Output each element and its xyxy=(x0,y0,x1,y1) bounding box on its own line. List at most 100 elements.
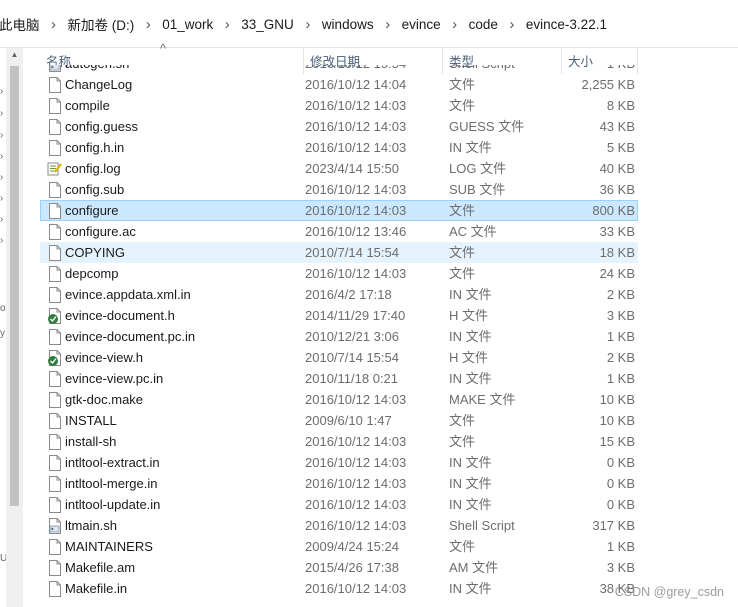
nav-tree-item-fragment[interactable]: › xyxy=(0,214,3,226)
file-row[interactable]: Makefile.in 2016/10/12 14:03 IN 文件 38 KB xyxy=(40,578,638,599)
file-row[interactable]: configure.ac 2016/10/12 13:46 AC 文件 33 KB xyxy=(40,221,638,242)
file-row[interactable]: configure 2016/10/12 14:03 文件 800 KB xyxy=(40,200,638,221)
file-type: 文件 xyxy=(449,98,476,113)
file-row[interactable]: INSTALL 2009/6/10 1:47 文件 10 KB xyxy=(40,410,638,431)
file-size: 40 KB xyxy=(599,161,635,176)
file-row[interactable]: evince-document.pc.in 2010/12/21 3:06 IN 文… xyxy=(40,326,638,347)
nav-tree-item-fragment[interactable]: › xyxy=(0,130,3,142)
file-icon xyxy=(47,370,63,388)
file-size: 1 KB xyxy=(561,65,635,73)
file-type: 文件 xyxy=(449,266,476,281)
breadcrumb-item[interactable]: windows xyxy=(320,17,376,32)
file-type: IN 文件 xyxy=(449,329,492,344)
file-type: MAKE 文件 xyxy=(449,392,516,407)
file-name: Makefile.am xyxy=(65,560,136,575)
file-icon xyxy=(47,538,63,556)
file-type: SUB 文件 xyxy=(449,182,506,197)
file-size: 0 KB xyxy=(606,476,635,491)
file-row[interactable]: COPYING 2010/7/14 15:54 文件 18 KB xyxy=(40,242,638,263)
file-size: 8 KB xyxy=(606,98,635,113)
file-modified-date: 2016/10/12 14:03 xyxy=(305,140,407,155)
file-row[interactable]: config.guess 2016/10/12 14:03 GUESS 文件 43 K… xyxy=(40,116,638,137)
chevron-right-icon[interactable] xyxy=(296,16,320,33)
file-row[interactable]: config.h.in 2016/10/12 14:03 IN 文件 5 KB xyxy=(40,137,638,158)
breadcrumb-item[interactable]: code xyxy=(467,17,500,32)
file-row[interactable]: evince-document.h 2014/11/29 17:40 H 文件 3 K… xyxy=(40,305,638,326)
breadcrumb-item[interactable]: evince xyxy=(400,17,443,32)
nav-tree-item-fragment[interactable]: › xyxy=(0,151,3,163)
chevron-right-icon[interactable] xyxy=(42,16,66,33)
file-type: H 文件 xyxy=(449,350,489,365)
file-row[interactable]: config.sub 2016/10/12 14:03 SUB 文件 36 KB xyxy=(40,179,638,200)
file-modified-date: 2010/7/14 15:54 xyxy=(305,245,399,260)
chevron-right-icon[interactable] xyxy=(376,16,400,33)
chevron-right-icon[interactable] xyxy=(136,16,160,33)
nav-tree-item-fragment[interactable]: › xyxy=(0,235,3,247)
file-size: 3 KB xyxy=(606,560,635,575)
chevron-right-icon[interactable] xyxy=(215,16,239,33)
file-row[interactable]: install-sh 2016/10/12 14:03 文件 15 KB xyxy=(40,431,638,452)
file-row[interactable]: ChangeLog 2016/10/12 14:04 文件 2,255 KB xyxy=(40,74,638,95)
file-modified-date: 2009/4/24 15:24 xyxy=(305,539,399,554)
file-row[interactable]: evince-view.pc.in 2010/11/18 0:21 IN 文件 1 K… xyxy=(40,368,638,389)
file-modified-date: 2016/4/2 17:18 xyxy=(305,287,392,302)
file-modified-date: 2016/10/12 14:03 xyxy=(305,182,407,197)
file-type: 文件 xyxy=(449,245,476,260)
file-name: evince-view.h xyxy=(65,350,144,365)
file-icon xyxy=(47,286,63,304)
file-name: intltool-merge.in xyxy=(65,476,158,491)
file-name: config.sub xyxy=(65,182,125,197)
file-modified-date: 2010/11/18 0:21 xyxy=(305,371,399,386)
address-bar[interactable]: 此电脑 新加卷 (D:) 01_work 33_GNU windows evince cod… xyxy=(0,0,738,48)
file-list[interactable]: autogen.sh2016/10/12 15:54Shell Script1 … xyxy=(24,65,738,607)
file-icon xyxy=(47,118,63,136)
navigation-pane-scrollbar[interactable]: ▲ xyxy=(6,48,23,607)
file-row[interactable]: compile 2016/10/12 14:03 文件 8 KB xyxy=(40,95,638,116)
file-size: 1 KB xyxy=(606,329,635,344)
file-size: 10 KB xyxy=(599,413,635,428)
breadcrumb-item[interactable]: 33_GNU xyxy=(239,17,296,32)
file-row[interactable]: config.log 2023/4/14 15:50 LOG 文件 40 KB xyxy=(40,158,638,179)
file-type: H 文件 xyxy=(449,308,489,323)
nav-tree-item-fragment[interactable]: › xyxy=(0,108,3,120)
file-row[interactable]: intltool-update.in 2016/10/12 14:03 IN 文件 0… xyxy=(40,494,638,515)
breadcrumb-item[interactable]: 01_work xyxy=(160,17,215,32)
chevron-right-icon[interactable] xyxy=(443,16,467,33)
file-name: COPYING xyxy=(65,245,125,260)
file-row[interactable]: intltool-merge.in 2016/10/12 14:03 IN 文件 0 … xyxy=(40,473,638,494)
file-row[interactable]: gtk-doc.make 2016/10/12 14:03 MAKE 文件 10 KB xyxy=(40,389,638,410)
file-row[interactable]: evince.appdata.xml.in 2016/4/2 17:18 IN 文件… xyxy=(40,284,638,305)
file-modified-date: 2009/6/10 1:47 xyxy=(305,413,392,428)
file-name: evince-view.pc.in xyxy=(65,371,164,386)
file-type: 文件 xyxy=(449,203,476,218)
nav-tree-item-fragment[interactable]: › xyxy=(0,193,3,205)
file-icon xyxy=(47,181,63,199)
file-type: LOG 文件 xyxy=(449,161,507,176)
file-modified-date: 2016/10/12 14:03 xyxy=(305,518,407,533)
file-icon xyxy=(47,223,63,241)
nav-tree-item-fragment[interactable]: y xyxy=(0,328,5,340)
file-size: 15 KB xyxy=(599,434,635,449)
file-type: 文件 xyxy=(449,77,476,92)
breadcrumb-item[interactable]: evince-3.22.1 xyxy=(524,17,609,32)
file-modified-date: 2016/10/12 14:03 xyxy=(305,203,407,218)
file-size: 33 KB xyxy=(599,224,635,239)
scrollbar-thumb[interactable] xyxy=(10,66,19,506)
breadcrumb-item[interactable]: 此电脑 xyxy=(0,14,42,34)
file-row[interactable]: Makefile.am 2015/4/26 17:38 AM 文件 3 KB xyxy=(40,557,638,578)
file-row[interactable]: intltool-extract.in 2016/10/12 14:03 IN 文件… xyxy=(40,452,638,473)
chevron-right-icon[interactable] xyxy=(500,16,524,33)
nav-tree-item-fragment[interactable]: › xyxy=(0,172,3,184)
file-row[interactable]: depcomp 2016/10/12 14:03 文件 24 KB xyxy=(40,263,638,284)
file-size: 2,255 KB xyxy=(581,77,636,92)
file-row[interactable]: MAINTAINERS 2009/4/24 15:24 文件 1 KB xyxy=(40,536,638,557)
file-size: 5 KB xyxy=(606,140,635,155)
scroll-up-arrow-icon[interactable]: ▲ xyxy=(6,50,23,64)
file-modified-date: 2016/10/12 14:03 xyxy=(305,434,407,449)
breadcrumb-item[interactable]: 新加卷 (D:) xyxy=(66,14,137,34)
file-row[interactable]: ltmain.sh 2016/10/12 14:03 Shell Script 317… xyxy=(40,515,638,536)
file-row[interactable]: autogen.sh 2016/10/12 15:54 Shell Script1 … xyxy=(40,65,638,74)
file-modified-date: 2016/10/12 14:03 xyxy=(305,392,407,407)
file-row[interactable]: evince-view.h 2010/7/14 15:54 H 文件 2 KB xyxy=(40,347,638,368)
nav-tree-item-fragment[interactable]: › xyxy=(0,86,3,98)
